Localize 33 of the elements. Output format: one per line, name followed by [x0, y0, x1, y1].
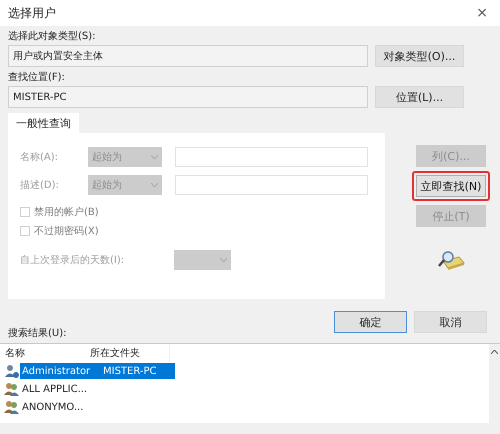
column-header[interactable]: 所在文件夹 [85, 346, 140, 360]
users-icon [4, 399, 20, 415]
button[interactable]: 取消 [414, 311, 487, 333]
checkbox-label: 不过期密码(X) [34, 224, 99, 238]
field-label: 自上次登录后的天数(I): [20, 254, 126, 266]
tab[interactable]: 一般性查询 [8, 113, 79, 133]
selected-row[interactable]: Administrator MISTER-PC [20, 363, 175, 379]
field-label: 选择此对象类型(S): [8, 30, 97, 43]
field-label: 查找位置(F): [8, 71, 66, 84]
checkbox-label: 禁用的帐户(B) [34, 206, 99, 218]
field-label: 描述(D): [20, 178, 60, 192]
results-label: 搜索结果(U): [8, 327, 68, 340]
input-field[interactable] [175, 147, 368, 167]
table-cell-text: MISTER-PC [102, 364, 157, 378]
button[interactable]: 立即查找(N) [416, 175, 486, 197]
search-folder-icon [437, 249, 465, 271]
table-cell-text: ANONYMO... [21, 400, 84, 414]
window-title: 选择用户 [8, 6, 56, 20]
scrollbar[interactable] [489, 344, 500, 423]
close-button[interactable]: × [476, 6, 492, 20]
table-cell-text: ALL APPLIC... [21, 382, 88, 396]
column-header[interactable]: 名称 [0, 346, 85, 360]
button[interactable]: 对象类型(O)... [375, 45, 464, 67]
table-cell-text: Administrator [21, 364, 92, 378]
input-field: MISTER-PC [8, 86, 368, 108]
users-icon [4, 381, 20, 397]
user-icon [4, 363, 20, 379]
button[interactable]: 位置(L)... [375, 86, 464, 108]
input-field[interactable] [175, 175, 368, 195]
button[interactable]: 确定 [334, 311, 407, 333]
input-field: 用户或内置安全主体 [8, 45, 368, 67]
field-label: 名称(A): [20, 150, 60, 164]
scroll-up-icon[interactable] [491, 350, 498, 354]
